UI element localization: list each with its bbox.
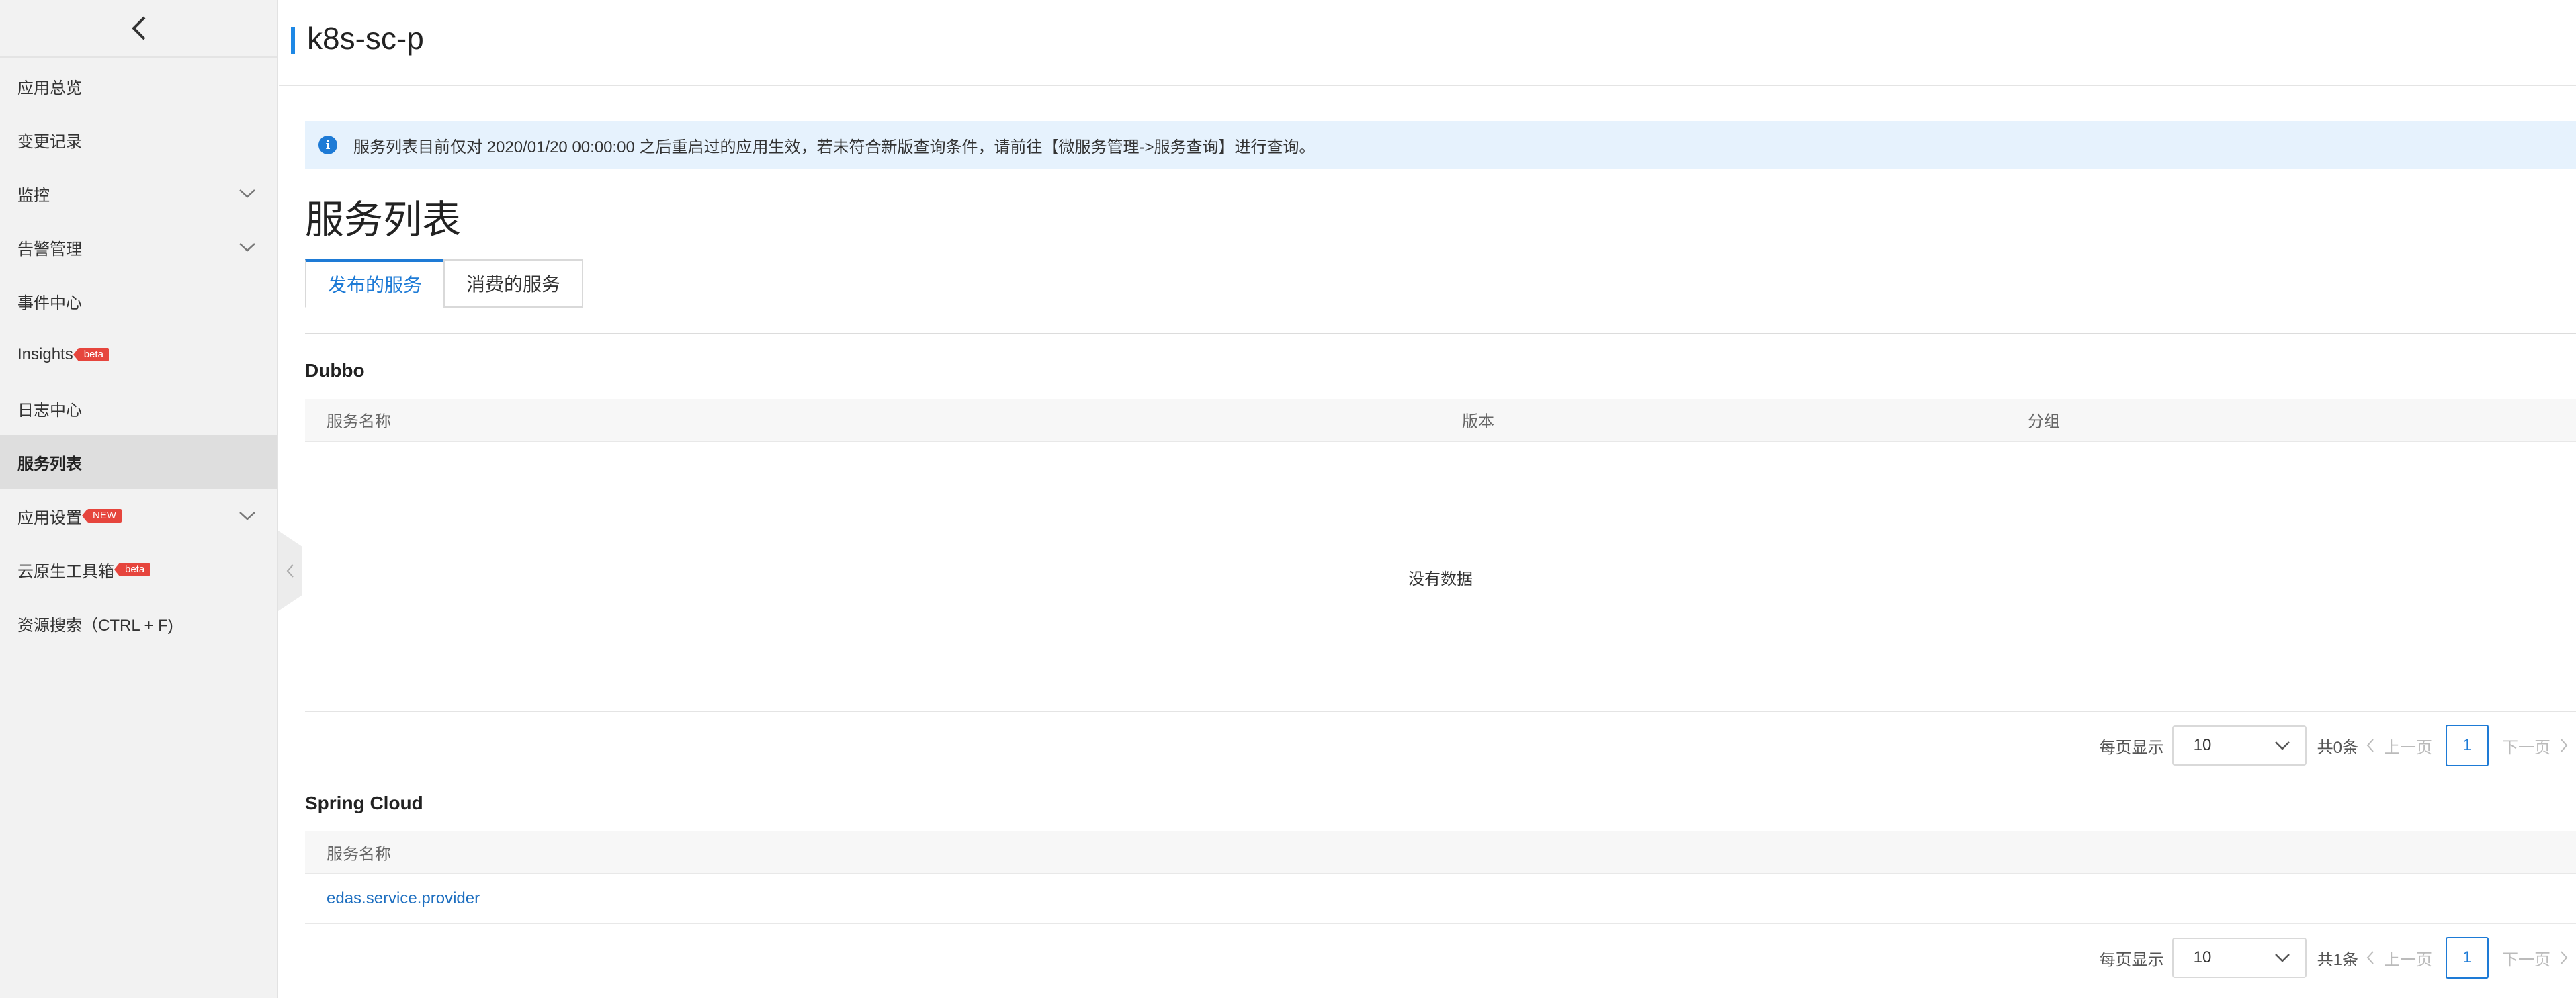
- service-tabs: 发布的服务 消费的服务: [305, 259, 584, 308]
- sidebar-item-monitor[interactable]: 监控: [0, 167, 277, 220]
- beta-badge: beta: [73, 348, 109, 361]
- sidebar-item-label: Insights: [17, 345, 73, 363]
- chevron-down-icon: [239, 189, 255, 198]
- info-icon: i: [318, 136, 337, 154]
- next-page-label: 下一页: [2502, 950, 2550, 969]
- table-row[interactable]: edas.service.provider: [305, 874, 2576, 924]
- sidebar-item-app-settings[interactable]: 应用设置 NEW: [0, 489, 277, 543]
- sidebar-item-label: 日志中心: [17, 401, 82, 420]
- sidebar-item-events[interactable]: 事件中心: [0, 274, 277, 328]
- sidebar-item-overview[interactable]: 应用总览: [0, 59, 277, 113]
- spring-cloud-pagination: 每页显示 10 共1条 上一页 1 下一页: [2100, 936, 2576, 979]
- page-header: k8s-sc-p: [279, 0, 2576, 86]
- sidebar-item-label: 资源搜索（CTRL + F): [17, 616, 173, 635]
- column-header-service-name: 服务名称: [327, 412, 391, 431]
- sidebar-item-logs[interactable]: 日志中心: [0, 381, 277, 435]
- sidebar-item-resource-search[interactable]: 资源搜索（CTRL + F): [0, 596, 277, 650]
- chevron-left-icon: [131, 16, 145, 40]
- chevron-down-icon: [239, 243, 255, 252]
- chevron-down-icon: [2274, 954, 2290, 962]
- chevron-down-icon: [2274, 741, 2290, 750]
- sidebar: 应用总览 变更记录 监控 告警管理 事件中心 Insights beta 日志中…: [0, 0, 278, 998]
- chevron-left-icon: [286, 564, 294, 578]
- next-page-label: 下一页: [2502, 738, 2550, 757]
- beta-badge: beta: [114, 563, 151, 576]
- chevron-right-icon: [2561, 739, 2568, 752]
- new-badge: NEW: [82, 509, 122, 523]
- dubbo-pagination: 每页显示 10 共0条 上一页 1 下一页: [2100, 724, 2576, 767]
- chevron-right-icon: [2561, 951, 2568, 964]
- per-page-select[interactable]: 10: [2172, 938, 2307, 978]
- sidebar-collapse-handle[interactable]: [278, 531, 302, 611]
- tabs-divider: [305, 333, 2576, 334]
- tab-published-services[interactable]: 发布的服务: [305, 259, 445, 308]
- column-header-version: 版本: [1462, 412, 1494, 431]
- page-number-current[interactable]: 1: [2446, 725, 2489, 766]
- prev-page-button[interactable]: 上一页: [2366, 946, 2432, 970]
- sidebar-item-label: 变更记录: [17, 132, 82, 151]
- service-name-link[interactable]: edas.service.provider: [327, 889, 480, 908]
- per-page-label: 每页显示: [2099, 950, 2164, 969]
- notice-text: 服务列表目前仅对 2020/01/20 00:00:00 之后重启过的应用生效，…: [353, 138, 1316, 156]
- title-accent-bar: [291, 27, 295, 54]
- info-notice: i 服务列表目前仅对 2020/01/20 00:00:00 之后重启过的应用生…: [305, 121, 2576, 169]
- sidebar-item-label: 监控: [17, 186, 50, 205]
- per-page-value: 10: [2193, 736, 2212, 754]
- sidebar-item-label: 云原生工具箱: [17, 562, 114, 581]
- per-page-label: 每页显示: [2099, 738, 2164, 757]
- spring-cloud-table-header: 服务名称: [305, 831, 2576, 874]
- sidebar-item-changes[interactable]: 变更记录: [0, 113, 277, 167]
- chevron-left-icon: [2366, 739, 2374, 752]
- prev-page-label: 上一页: [2384, 950, 2432, 969]
- tab-consumed-services[interactable]: 消费的服务: [443, 259, 584, 308]
- spring-cloud-section-title: Spring Cloud: [305, 792, 423, 813]
- prev-page-button[interactable]: 上一页: [2366, 734, 2432, 758]
- sidebar-item-service-list[interactable]: 服务列表: [0, 435, 277, 489]
- total-count: 共1条: [2317, 950, 2358, 969]
- app-title: k8s-sc-p: [307, 21, 424, 56]
- empty-state: 没有数据: [305, 443, 2576, 712]
- sidebar-item-cloud-toolbox[interactable]: 云原生工具箱 beta: [0, 543, 277, 596]
- dubbo-section-title: Dubbo: [305, 360, 365, 381]
- empty-text: 没有数据: [1408, 570, 1473, 588]
- sidebar-item-label: 服务列表: [17, 455, 82, 473]
- page-title: 服务列表: [305, 198, 462, 242]
- chevron-down-icon: [239, 512, 255, 520]
- sidebar-item-label: 应用设置: [17, 508, 82, 527]
- back-button[interactable]: [0, 0, 277, 58]
- chevron-left-icon: [2366, 951, 2374, 964]
- sidebar-item-label: 应用总览: [17, 79, 82, 97]
- page-number-current[interactable]: 1: [2446, 937, 2489, 979]
- sidebar-item-alerts[interactable]: 告警管理: [0, 220, 277, 274]
- prev-page-label: 上一页: [2384, 738, 2432, 757]
- total-count: 共0条: [2317, 738, 2358, 757]
- per-page-select[interactable]: 10: [2172, 725, 2307, 766]
- next-page-button[interactable]: 下一页: [2502, 946, 2568, 970]
- sidebar-item-label: 事件中心: [17, 293, 82, 312]
- next-page-button[interactable]: 下一页: [2502, 734, 2568, 758]
- per-page-value: 10: [2193, 948, 2212, 966]
- sidebar-item-label: 告警管理: [17, 240, 82, 259]
- column-header-service-name: 服务名称: [327, 845, 391, 864]
- sidebar-item-insights[interactable]: Insights beta: [0, 328, 277, 381]
- dubbo-table-header: 服务名称 版本 分组: [305, 399, 2576, 442]
- column-header-group: 分组: [2028, 412, 2060, 431]
